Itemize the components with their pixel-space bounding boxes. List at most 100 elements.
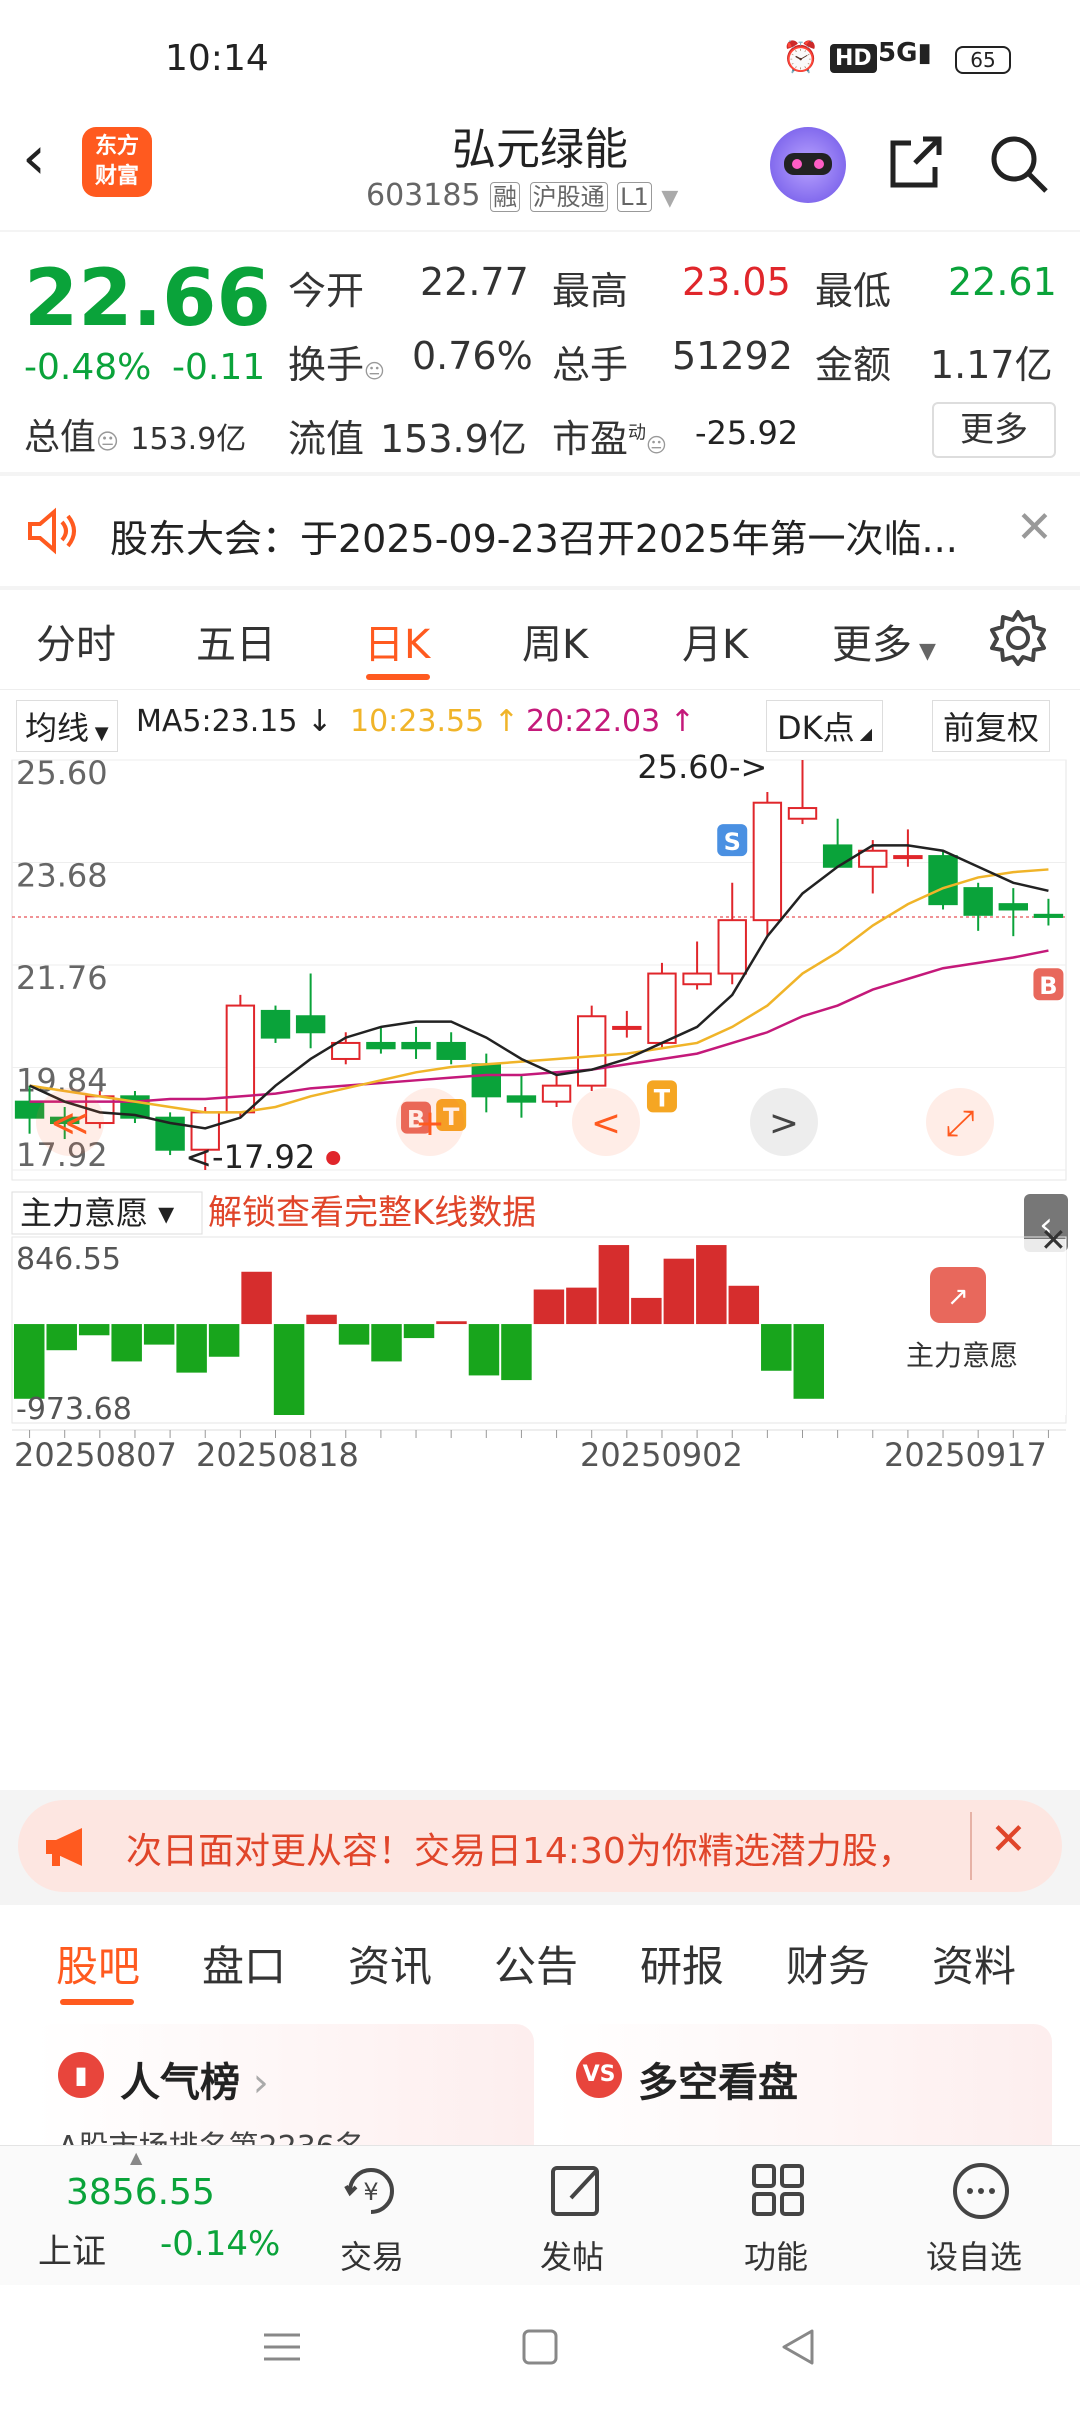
amount-label: 金额 — [815, 343, 892, 387]
candle-body — [858, 849, 888, 868]
robot-avatar[interactable] — [770, 127, 846, 203]
subchart-max-label: 846.55 — [16, 1242, 121, 1277]
last-price: 22.66 — [24, 254, 271, 344]
float-label: 流值 — [288, 417, 365, 461]
adjust-button[interactable]: 前复权 — [932, 700, 1051, 752]
candle-body — [436, 1041, 466, 1060]
function-label[interactable]: 功能 — [744, 2232, 808, 2278]
banner-close-icon[interactable]: ✕ — [990, 1814, 1027, 1865]
settings-icon[interactable] — [988, 608, 1048, 668]
nav-zoom-in[interactable]: + — [415, 1103, 445, 1144]
main-force-bar — [631, 1297, 662, 1325]
candle-body — [893, 855, 923, 860]
candle-body — [647, 972, 677, 1044]
nav-prev[interactable]: < — [591, 1103, 621, 1144]
add-watchlist-icon[interactable] — [950, 2160, 1012, 2222]
trade-icon[interactable]: ¥ — [340, 2160, 402, 2222]
main-force-bar — [761, 1324, 792, 1371]
signal-icon: 5G▮ — [878, 38, 932, 68]
main-force-bar — [273, 1324, 305, 1415]
kline-section: 均线 ▼ MA5:23.15 ↓ 10:23.55 ↑ 20:22.03 ↑ D… — [0, 690, 1080, 1790]
tab-pankou[interactable]: 盘口 — [202, 1933, 286, 1994]
candle-body — [260, 1009, 291, 1039]
trade-marker-label: T — [654, 1084, 671, 1112]
more-button[interactable]: 更多 — [932, 402, 1056, 458]
tab-guba[interactable]: 股吧 — [56, 1933, 140, 1994]
banner-divider — [970, 1812, 972, 1880]
tab-daily-k[interactable]: 日K — [364, 612, 430, 670]
index-change: -0.14% — [160, 2224, 281, 2264]
nav-fullscreen[interactable]: ⤢ — [946, 1103, 975, 1144]
unlock-link[interactable]: 解锁查看完整K线数据 — [208, 1193, 536, 1233]
back-nav-icon[interactable] — [778, 2327, 818, 2367]
tab-finance[interactable]: 财务 — [786, 1933, 870, 1994]
popularity-title: 人气榜 › — [120, 2060, 269, 2106]
svg-text:¥: ¥ — [363, 2178, 378, 2206]
dk-button[interactable]: DK点 ◢ — [766, 700, 884, 752]
post-icon[interactable] — [545, 2160, 607, 2222]
popularity-card[interactable]: ▮ 人气榜 › A股市场排名第2236名 — [34, 2024, 534, 2145]
turnover-value: 0.76% — [412, 334, 533, 378]
candle-body — [787, 807, 818, 820]
feature-promo-panel — [858, 1239, 1066, 1415]
candle-body — [612, 1025, 642, 1030]
main-force-bar — [241, 1271, 272, 1325]
content-tabs: 股吧 盘口 资讯 公告 研报 财务 资料 — [0, 1905, 1080, 2010]
function-icon[interactable] — [748, 2160, 810, 2222]
close-icon[interactable]: ✕ — [1016, 502, 1053, 553]
status-time: 10:14 — [165, 38, 269, 79]
bull-bear-card[interactable]: VS 多空看盘 — [552, 2024, 1052, 2145]
index-value[interactable]: 3856.55 — [66, 2172, 215, 2213]
menu-icon[interactable] — [262, 2327, 302, 2367]
candle-body — [1033, 913, 1064, 918]
notice-bar[interactable]: 股东大会：于2025-09-23召开2025年第一次临... ✕ — [0, 476, 1080, 586]
home-icon[interactable] — [520, 2327, 560, 2367]
main-force-bar — [371, 1324, 402, 1362]
candle-body — [366, 1041, 396, 1050]
pe-label: 市盈动😐 — [552, 417, 667, 461]
post-label[interactable]: 发帖 — [540, 2232, 604, 2278]
ma-selector[interactable]: 均线 ▼ — [16, 700, 118, 752]
candle-body — [576, 1015, 607, 1087]
promo-banner[interactable]: 次日面对更从容！交易日14:30为你精选潜力股， ✕ — [18, 1800, 1062, 1892]
x-tick-label: 20250807 — [14, 1436, 177, 1474]
candle-body — [928, 855, 958, 906]
add-watchlist-label[interactable]: 设自选 — [926, 2232, 1022, 2278]
ma5-value: MA5:23.15 ↓ — [136, 704, 333, 739]
amount-value: 1.17亿 — [930, 343, 1053, 387]
volume-value: 51292 — [672, 334, 793, 378]
tab-5day[interactable]: 五日 — [196, 612, 276, 670]
tab-more[interactable]: 更多 ▼ — [832, 612, 936, 670]
trade-marker-label: S — [724, 828, 741, 856]
y-tick-label: 23.68 — [16, 857, 108, 895]
candle-body — [471, 1063, 502, 1098]
subtab-indicator — [60, 1999, 134, 2005]
trade-label[interactable]: 交易 — [340, 2232, 404, 2278]
main-force-bar — [143, 1324, 175, 1345]
index-up-icon: ▲ — [130, 2148, 143, 2167]
cards-row: ▮ 人气榜 › A股市场排名第2236名 VS 多空看盘 — [0, 2010, 1080, 2145]
nav-next[interactable]: > — [769, 1103, 799, 1144]
tab-profile[interactable]: 资料 — [932, 1933, 1016, 1994]
min-price-annotation: <-17.92 — [185, 1138, 315, 1176]
nav-zoom-out[interactable]: ≪ — [51, 1103, 89, 1144]
tab-news[interactable]: 资讯 — [348, 1933, 432, 1994]
ma5-line — [29, 844, 1049, 1130]
main-force-bar — [696, 1245, 727, 1325]
search-icon[interactable] — [988, 133, 1052, 197]
kline-chart[interactable]: 25.6023.6821.7619.8417.9225.60-><-17.92S… — [0, 750, 1080, 1790]
tab-minute[interactable]: 分时 — [36, 612, 116, 670]
main-force-bar — [468, 1324, 500, 1376]
share-icon[interactable] — [885, 133, 945, 193]
x-tick-label: 20250818 — [196, 1436, 359, 1474]
tab-announcements[interactable]: 公告 — [494, 1933, 578, 1994]
tab-research[interactable]: 研报 — [640, 1933, 724, 1994]
ma10-line — [29, 868, 1049, 1114]
subchart-close-icon[interactable]: ✕ — [1040, 1221, 1067, 1259]
max-price-annotation: 25.60-> — [637, 750, 767, 786]
bottom-toolbar: ▲ 3856.55 上证 -0.14% ¥ 交易 发帖 功能 设自选 — [0, 2145, 1080, 2285]
tab-weekly-k[interactable]: 周K — [522, 612, 588, 670]
tab-monthly-k[interactable]: 月K — [682, 612, 748, 670]
volume-label: 总手 — [552, 343, 629, 387]
candle-body — [331, 1041, 361, 1060]
